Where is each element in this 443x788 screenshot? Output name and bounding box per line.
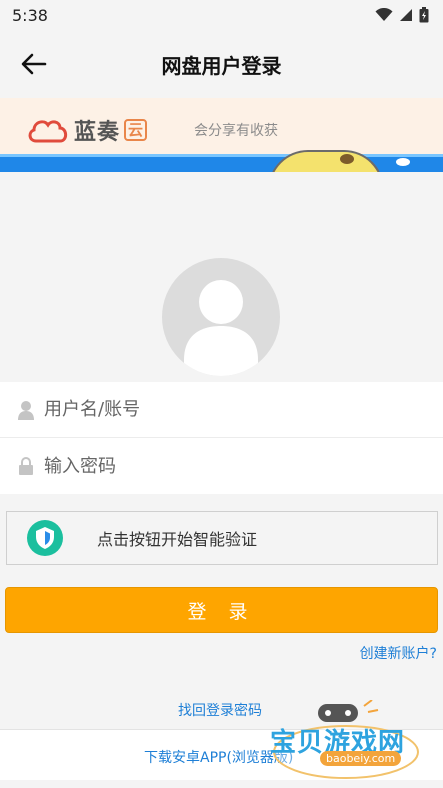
brand-badge: 云	[124, 119, 148, 141]
battery-icon	[419, 7, 429, 23]
login-button[interactable]: 登 录	[5, 587, 438, 633]
user-silhouette-icon	[184, 280, 258, 376]
status-time: 5:38	[12, 5, 48, 25]
shield-icon	[27, 520, 63, 556]
find-password-link[interactable]: 找回登录密码	[178, 700, 262, 720]
lock-icon	[18, 456, 34, 476]
wifi-icon	[375, 8, 393, 21]
username-input[interactable]	[44, 399, 404, 420]
captcha-label: 点击按钮开始智能验证	[97, 530, 258, 549]
signal-icon	[400, 9, 412, 21]
username-row	[0, 382, 443, 438]
app-bar: 网盘用户登录	[0, 30, 443, 98]
watermark-url: baobeiy.com	[320, 751, 402, 766]
back-button[interactable]	[18, 50, 50, 78]
avatar	[162, 258, 280, 376]
cloud-icon	[28, 120, 68, 143]
mascot-eye-secondary	[396, 158, 410, 166]
password-input[interactable]	[44, 455, 404, 477]
status-icons	[375, 7, 429, 23]
arrow-left-icon	[21, 53, 47, 75]
mascot-eye	[340, 154, 354, 164]
brand-logo: 蓝奏 云	[26, 114, 148, 146]
create-account-link[interactable]: 创建新账户?	[360, 643, 437, 663]
brand-name: 蓝奏	[74, 120, 121, 145]
page-title: 网盘用户登录	[161, 53, 282, 78]
status-bar: 5:38	[0, 0, 443, 30]
banner-slogan: 会分享有收获	[194, 123, 278, 139]
password-row	[0, 438, 443, 494]
user-icon	[18, 400, 34, 420]
login-form	[0, 382, 443, 494]
smart-captcha-button[interactable]: 点击按钮开始智能验证	[6, 511, 438, 565]
promo-banner[interactable]: 蓝奏 云 会分享有收获	[0, 98, 443, 172]
